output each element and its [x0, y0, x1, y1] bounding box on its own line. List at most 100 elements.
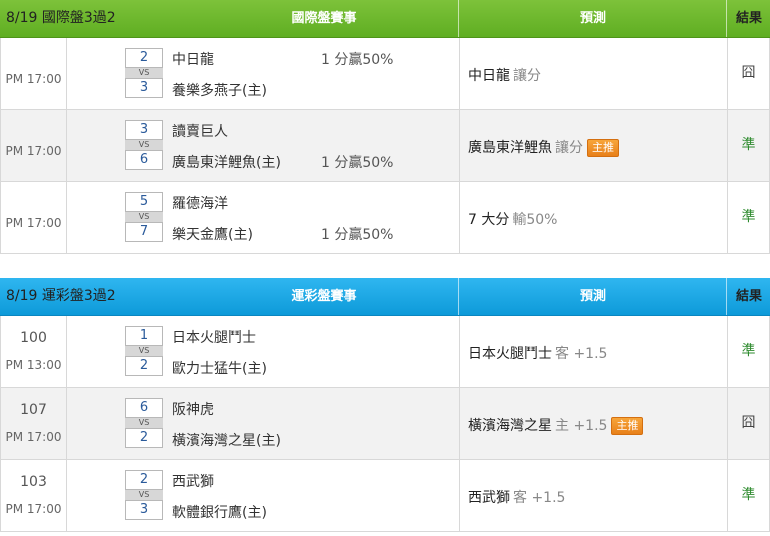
match-time-cell: PM 17:00: [1, 38, 67, 109]
handicap: 1 分贏50%: [321, 155, 394, 171]
team-away: 阪神虎: [172, 402, 214, 418]
section-header: 8/19 運彩盤3過2 運彩盤賽事 預測 結果: [0, 278, 770, 316]
handicap: 1 分贏50%: [321, 227, 394, 243]
prediction-type: 客 +1.5: [513, 490, 566, 506]
team-away: 日本火腿鬥士: [172, 330, 256, 346]
featured-badge: 主推: [587, 139, 619, 157]
result-cell: 囧: [741, 65, 756, 81]
prediction: 廣島東洋鯉魚 讓分 主推: [468, 137, 619, 157]
match-number: 100: [20, 330, 47, 346]
section-title: 8/19 運彩盤3過2: [6, 288, 116, 304]
header-games: 國際盤賽事: [291, 11, 357, 26]
match-time: PM 17:00: [5, 430, 62, 444]
prediction-type: 讓分: [555, 140, 583, 156]
vs-label: VS: [125, 140, 163, 150]
prediction: 7 大分 輸50%: [468, 209, 557, 229]
score-away: 5: [125, 192, 163, 212]
header-result: 結果: [726, 0, 770, 37]
score-box: 2 VS 3: [125, 48, 163, 100]
team-home: 樂天金鷹(主): [172, 227, 253, 243]
team-home: 歐力士猛牛(主): [172, 361, 267, 377]
score-home: 3: [125, 500, 163, 520]
score-home: 3: [125, 78, 163, 98]
match-time-cell: 103 PM 17:00: [1, 460, 67, 531]
team-home: 軟體銀行鷹(主): [172, 505, 267, 521]
prediction-type: 客 +1.5: [555, 346, 608, 362]
score-away: 1: [125, 326, 163, 346]
score-box: 2 VS 3: [125, 470, 163, 522]
international-section: 8/19 國際盤3過2 國際盤賽事 預測 結果 PM 17:00 2 VS 3 …: [0, 0, 770, 254]
score-home: 2: [125, 428, 163, 448]
match-cell: 2 VS 3 中日龍 養樂多燕子(主) 1 分贏50%: [66, 38, 460, 109]
team-away: 羅德海洋: [172, 196, 228, 212]
score-away: 2: [125, 470, 163, 490]
score-away: 6: [125, 398, 163, 418]
match-time-cell: PM 17:00: [1, 110, 67, 181]
match-time-cell: PM 17:00: [1, 182, 67, 253]
match-cell: 2 VS 3 西武獅 軟體銀行鷹(主): [66, 460, 460, 531]
prediction-cell: 中日龍 讓分: [459, 38, 728, 109]
team-home: 橫濱海灣之星(主): [172, 433, 281, 449]
match-cell: 6 VS 2 阪神虎 橫濱海灣之星(主): [66, 388, 460, 459]
prediction-cell: 7 大分 輸50%: [459, 182, 728, 253]
match-cell: 1 VS 2 日本火腿鬥士 歐力士猛牛(主): [66, 316, 460, 387]
result-cell: 準: [741, 137, 756, 153]
prediction-team: 廣島東洋鯉魚: [468, 140, 552, 156]
vs-label: VS: [125, 346, 163, 356]
sports-lottery-section: 8/19 運彩盤3過2 運彩盤賽事 預測 結果 100 PM 13:00 1 V…: [0, 278, 770, 532]
match-time-cell: 107 PM 17:00: [1, 388, 67, 459]
team-away: 西武獅: [172, 474, 214, 490]
featured-badge: 主推: [611, 417, 644, 435]
vs-label: VS: [125, 68, 163, 78]
prediction-team: 橫濱海灣之星: [468, 418, 552, 434]
prediction: 中日龍 讓分: [468, 65, 541, 85]
prediction-type: 讓分: [513, 68, 541, 84]
match-time: PM 17:00: [5, 502, 62, 516]
prediction: 西武獅客 +1.5: [468, 487, 565, 507]
match-row: 103 PM 17:00 2 VS 3 西武獅 軟體銀行鷹(主) 西武獅客 +1…: [0, 460, 770, 532]
prediction-cell: 橫濱海灣之星主 +1.5 主推: [459, 388, 728, 459]
prediction-cell: 西武獅客 +1.5: [459, 460, 728, 531]
section-header: 8/19 國際盤3過2 國際盤賽事 預測 結果: [0, 0, 770, 38]
section-title: 8/19 國際盤3過2: [6, 10, 116, 26]
vs-label: VS: [125, 490, 163, 500]
team-home: 廣島東洋鯉魚(主): [172, 155, 281, 171]
prediction-cell: 日本火腿鬥士客 +1.5: [459, 316, 728, 387]
score-away: 3: [125, 120, 163, 140]
prediction-type: 輸50%: [512, 212, 558, 228]
result-cell: 準: [741, 209, 756, 225]
match-time: PM 13:00: [5, 358, 62, 372]
match-time: PM 17:00: [5, 216, 62, 230]
score-box: 5 VS 7: [125, 192, 163, 244]
score-box: 6 VS 2: [125, 398, 163, 450]
match-row: 107 PM 17:00 6 VS 2 阪神虎 橫濱海灣之星(主) 橫濱海灣之星…: [0, 388, 770, 460]
match-row: 100 PM 13:00 1 VS 2 日本火腿鬥士 歐力士猛牛(主) 日本火腿…: [0, 316, 770, 388]
match-time: PM 17:00: [5, 144, 62, 158]
header-prediction: 預測: [458, 278, 727, 315]
score-box: 1 VS 2: [125, 326, 163, 378]
prediction-team: 中日龍: [468, 68, 510, 84]
match-row: PM 17:00 3 VS 6 讀賣巨人 廣島東洋鯉魚(主) 1 分贏50% 廣…: [0, 110, 770, 182]
vs-label: VS: [125, 418, 163, 428]
match-cell: 3 VS 6 讀賣巨人 廣島東洋鯉魚(主) 1 分贏50%: [66, 110, 460, 181]
match-time-cell: 100 PM 13:00: [1, 316, 67, 387]
prediction-team: 日本火腿鬥士: [468, 346, 552, 362]
score-home: 6: [125, 150, 163, 170]
header-games: 運彩盤賽事: [291, 289, 357, 304]
match-row: PM 17:00 5 VS 7 羅德海洋 樂天金鷹(主) 1 分贏50% 7 大…: [0, 182, 770, 254]
prediction-type: 主 +1.5: [555, 418, 608, 434]
header-result: 結果: [726, 278, 770, 315]
score-box: 3 VS 6: [125, 120, 163, 172]
prediction-cell: 廣島東洋鯉魚 讓分 主推: [459, 110, 728, 181]
result-cell: 囧: [741, 415, 756, 431]
match-row: PM 17:00 2 VS 3 中日龍 養樂多燕子(主) 1 分贏50% 中日龍…: [0, 38, 770, 110]
prediction: 橫濱海灣之星主 +1.5 主推: [468, 415, 644, 435]
team-away: 中日龍: [172, 52, 214, 68]
result-cell: 準: [741, 343, 756, 359]
prediction-team: 西武獅: [468, 490, 510, 506]
score-home: 2: [125, 356, 163, 376]
team-away: 讀賣巨人: [172, 124, 228, 140]
score-home: 7: [125, 222, 163, 242]
match-number: 107: [20, 402, 47, 418]
match-cell: 5 VS 7 羅德海洋 樂天金鷹(主) 1 分贏50%: [66, 182, 460, 253]
